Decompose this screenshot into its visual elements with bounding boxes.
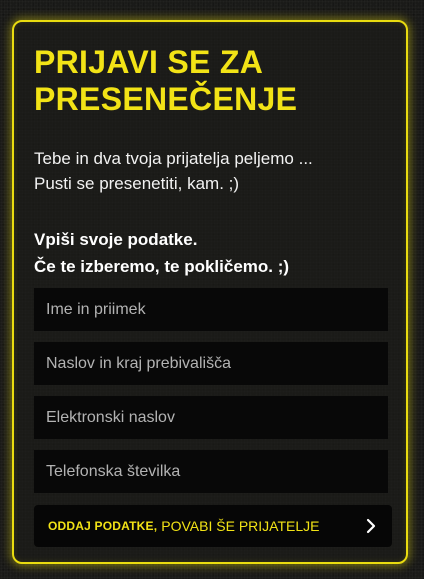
form-title: PRIJAVI SE ZA PRESENEČENJE — [34, 44, 298, 117]
submit-strong-label: ODDAJ PODATKE, — [48, 519, 158, 533]
prompt-line: Vpiši svoje podatke. — [34, 230, 198, 249]
prompt-line: Če te izberemo, te pokličemo. ;) — [34, 257, 290, 276]
name-field[interactable] — [34, 288, 388, 331]
intro-text: Tebe in dva tvoja prijatelja peljemo ...… — [34, 146, 394, 196]
phone-field[interactable] — [34, 450, 388, 493]
email-field[interactable] — [34, 396, 388, 439]
form-prompt: Vpiši svoje podatke. Če te izberemo, te … — [34, 226, 394, 280]
submit-button[interactable]: ODDAJ PODATKE, POVABI ŠE PRIJATELJE — [34, 505, 392, 547]
intro-line: Tebe in dva tvoja prijatelja peljemo ... — [34, 149, 313, 168]
address-field[interactable] — [34, 342, 388, 385]
signup-card: PRIJAVI SE ZA PRESENEČENJE Tebe in dva t… — [12, 20, 408, 564]
submit-light-label: POVABI ŠE PRIJATELJE — [161, 518, 320, 534]
chevron-right-icon — [364, 517, 378, 535]
intro-line: Pusti se presenetiti, kam. ;) — [34, 174, 240, 193]
